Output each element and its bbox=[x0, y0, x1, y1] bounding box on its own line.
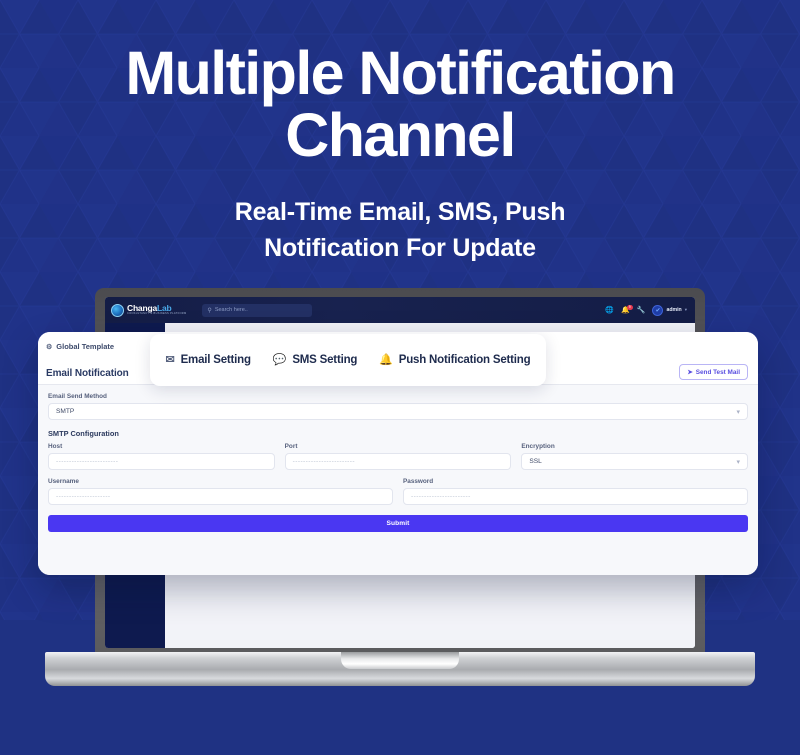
page-title: Multiple Notification Channel bbox=[0, 42, 800, 166]
user-menu[interactable]: ✔ admin ▾ bbox=[652, 304, 687, 316]
breadcrumb-global-template[interactable]: ⚙ Global Template bbox=[46, 342, 114, 351]
notification-badge: 9 bbox=[626, 304, 633, 310]
chevron-down-icon: ▾ bbox=[736, 458, 741, 466]
wrench-settings-icon[interactable]: 🔧 bbox=[637, 307, 646, 314]
email-settings-form: Email Send Method SMTP ▾ SMTP Configurat… bbox=[38, 384, 758, 575]
panel-title: Email Notification bbox=[46, 368, 129, 379]
tab-push-notification-setting-label: Push Notification Setting bbox=[398, 354, 531, 366]
panel-header: ⚙ Global Template Email Notification ✉ E… bbox=[38, 332, 758, 386]
hero-text-block: Multiple Notification Channel Real-Time … bbox=[0, 42, 800, 266]
host-placeholder: ------------------------ bbox=[56, 458, 119, 465]
password-placeholder: ----------------------- bbox=[411, 493, 471, 500]
smtp-configuration-label: SMTP Configuration bbox=[48, 429, 119, 438]
user-name: admin bbox=[666, 307, 682, 313]
email-settings-panel: ⚙ Global Template Email Notification ✉ E… bbox=[38, 332, 758, 575]
search-input[interactable]: ⚲ Search here.. bbox=[202, 303, 313, 317]
envelope-icon: ✉ bbox=[165, 353, 175, 366]
breadcrumb-label: Global Template bbox=[56, 342, 115, 351]
app-logo[interactable]: ChangaLab CONSULTANCY & BUSINESS PLATFOR… bbox=[111, 303, 187, 317]
password-label: Password bbox=[403, 478, 434, 485]
notification-bell-icon[interactable]: 🔔 9 bbox=[621, 304, 633, 314]
page-title-line-1: Multiple Notification bbox=[125, 39, 676, 107]
submit-button[interactable]: Submit bbox=[48, 515, 748, 532]
send-test-mail-button[interactable]: ➤ Send Test Mail bbox=[679, 364, 748, 380]
email-send-method-select[interactable]: SMTP ▾ bbox=[48, 403, 748, 420]
email-send-method-label: Email Send Method bbox=[48, 393, 107, 400]
port-placeholder: ------------------------ bbox=[292, 458, 355, 465]
language-globe-icon[interactable]: 🌐 bbox=[605, 307, 614, 314]
send-plane-icon: ➤ bbox=[687, 369, 693, 376]
port-input[interactable]: ------------------------ bbox=[284, 453, 512, 470]
encryption-value: SSL bbox=[529, 458, 542, 465]
email-send-method-value: SMTP bbox=[56, 408, 75, 415]
smtp-row-1: Host ------------------------ Port -----… bbox=[48, 443, 749, 470]
tab-email-setting[interactable]: ✉ Email Setting bbox=[166, 354, 251, 366]
gear-icon: ⚙ bbox=[46, 343, 53, 351]
search-placeholder: Search here.. bbox=[214, 307, 248, 313]
tab-sms-setting-label: SMS Setting bbox=[292, 354, 358, 366]
laptop-base bbox=[45, 652, 755, 686]
app-header: ChangaLab CONSULTANCY & BUSINESS PLATFOR… bbox=[105, 297, 695, 323]
globe-logo-icon bbox=[111, 303, 124, 317]
send-test-mail-label: Send Test Mail bbox=[695, 368, 740, 376]
chevron-down-icon: ▾ bbox=[736, 408, 740, 416]
search-icon: ⚲ bbox=[207, 307, 212, 314]
bell-icon: 🔔 bbox=[379, 353, 393, 366]
page-subtitle: Real-Time Email, SMS, Push Notification … bbox=[0, 194, 800, 266]
host-input[interactable]: ------------------------ bbox=[48, 453, 275, 470]
page-subtitle-line-2: Notification For Update bbox=[264, 234, 536, 262]
chat-bubble-icon: 💬 bbox=[272, 353, 287, 366]
tab-sms-setting[interactable]: 💬 SMS Setting bbox=[272, 353, 358, 366]
username-input[interactable]: --------------------- bbox=[48, 488, 393, 505]
password-input[interactable]: ----------------------- bbox=[403, 488, 748, 505]
settings-tab-bar: ✉ Email Setting 💬 SMS Setting 🔔 Push Not… bbox=[150, 334, 546, 386]
page-title-line-2: Channel bbox=[285, 101, 516, 169]
check-avatar-icon: ✔ bbox=[652, 304, 664, 316]
encryption-select[interactable]: SSL ▾ bbox=[521, 453, 749, 470]
tab-push-notification-setting[interactable]: 🔔 Push Notification Setting bbox=[379, 354, 530, 366]
host-label: Host bbox=[48, 443, 63, 450]
chevron-down-icon: ▾ bbox=[684, 307, 687, 312]
brand-tagline: CONSULTANCY & BUSINESS PLATFORM bbox=[127, 312, 187, 316]
submit-button-label: Submit bbox=[386, 520, 410, 527]
app-header-actions: 🌐 🔔 9 🔧 ✔ admin ▾ bbox=[605, 304, 687, 316]
laptop-trackpad-notch bbox=[341, 652, 459, 669]
tab-email-setting-label: Email Setting bbox=[180, 354, 251, 366]
encryption-label: Encryption bbox=[521, 443, 555, 450]
smtp-row-2: Username --------------------- Password … bbox=[48, 478, 748, 505]
username-placeholder: --------------------- bbox=[56, 493, 111, 500]
page-subtitle-line-1: Real-Time Email, SMS, Push bbox=[234, 198, 566, 226]
port-label: Port bbox=[284, 443, 298, 450]
username-label: Username bbox=[48, 478, 79, 485]
